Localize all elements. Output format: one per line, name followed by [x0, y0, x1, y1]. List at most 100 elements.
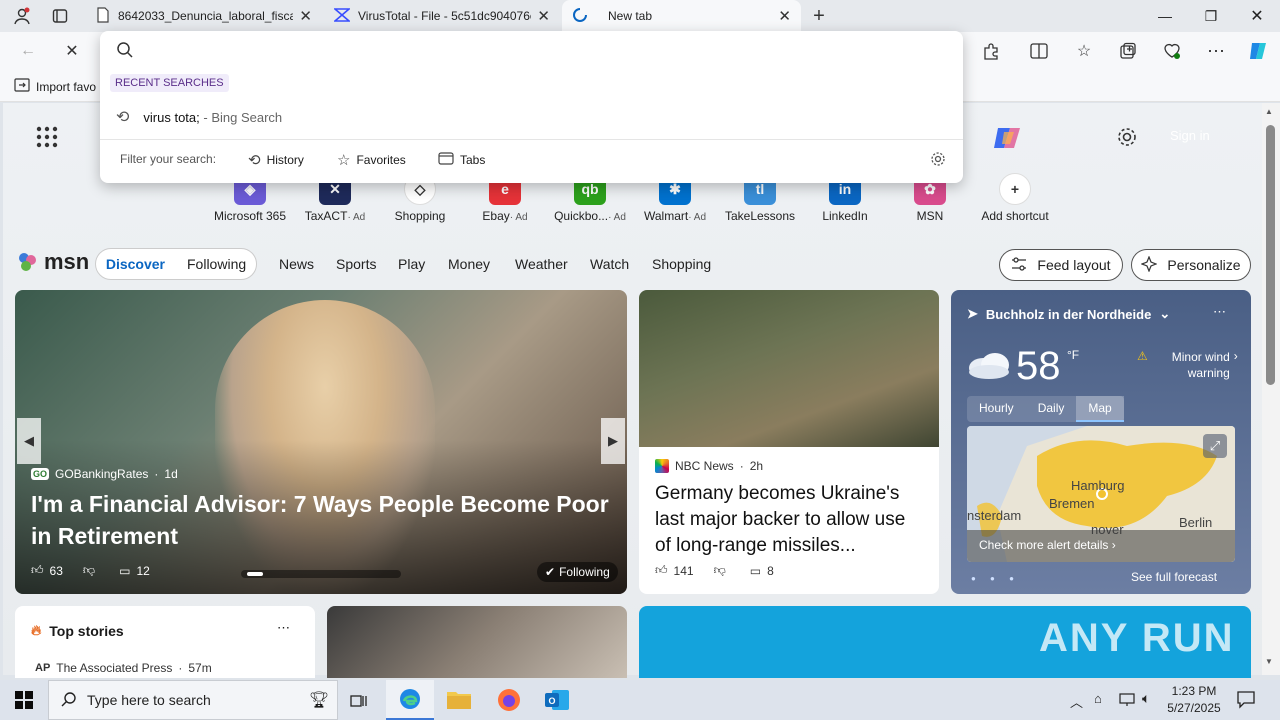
address-input[interactable]	[144, 37, 944, 65]
tab-document[interactable]: 8642033_Denuncia_laboral_fiscal... ✕	[86, 0, 322, 32]
nav-play[interactable]: Play	[398, 256, 425, 272]
apps-grid-icon[interactable]	[36, 126, 60, 150]
edge-taskbar-icon[interactable]	[386, 680, 434, 720]
copilot-page-icon[interactable]	[990, 120, 1026, 156]
feed-layout-button[interactable]: Feed layout	[999, 249, 1123, 281]
tab-discover[interactable]: Discover	[106, 256, 165, 272]
weather-tab-map[interactable]: Map	[1076, 396, 1124, 422]
thumbs-up-icon[interactable]: 👍︎	[31, 563, 44, 578]
weather-tab-daily[interactable]: Daily	[1026, 396, 1077, 422]
nav-watch[interactable]: Watch	[590, 256, 629, 272]
weather-pagination[interactable]: ● ● ●	[971, 574, 1020, 583]
filter-tabs-button[interactable]: Tabs	[432, 148, 491, 171]
copilot-icon[interactable]	[1242, 35, 1274, 67]
close-tab-icon[interactable]: ✕	[299, 7, 312, 25]
nav-money[interactable]: Money	[448, 256, 490, 272]
wind-alert[interactable]: ⚠ Minor wind warning ›	[1137, 349, 1238, 381]
more-options-icon[interactable]: ⋯	[277, 620, 290, 636]
notifications-icon[interactable]	[1236, 689, 1256, 712]
news-card[interactable]: NBC News · 2h Germany becomes Ukraine's l…	[639, 290, 939, 594]
scrollbar-thumb[interactable]	[1266, 125, 1275, 385]
sign-in-link[interactable]: Sign in	[1170, 128, 1210, 143]
volume-icon[interactable]: 🔈︎	[1142, 690, 1150, 707]
split-screen-icon[interactable]	[1023, 35, 1055, 67]
nav-sports[interactable]: Sports	[336, 256, 376, 272]
hero-actions: 👍︎ 63 👎︎ ▭ 12	[31, 563, 150, 578]
tab-new-tab[interactable]: New tab ✕	[562, 0, 801, 32]
import-favorites-link[interactable]: Import favo	[14, 78, 96, 95]
msn-logo[interactable]: msn	[16, 249, 89, 275]
weather-location-row[interactable]: ➤ Buchholz in der Nordheide ⌄	[967, 306, 1170, 322]
profile-icon[interactable]	[6, 0, 38, 32]
hero-card[interactable]: ◀ ▶ GO GOBankingRates · 1d I'm a Financia…	[15, 290, 627, 594]
task-view-icon[interactable]	[346, 688, 372, 714]
browser-essentials-icon[interactable]	[1156, 35, 1188, 67]
recent-search-item[interactable]: ⟲ virus tota; - Bing Search	[100, 103, 963, 131]
shortcut-label: MSN	[916, 209, 944, 223]
weather-map[interactable]: Hamburg Bremen Berlin nsterdam nover ⤢ C…	[967, 426, 1235, 562]
taskbar-search-box[interactable]: Type here to search 🏆︎	[48, 680, 338, 720]
nav-weather[interactable]: Weather	[515, 256, 568, 272]
more-menu-icon[interactable]: ⋯	[1200, 35, 1232, 67]
start-button[interactable]	[0, 680, 48, 720]
more-options-icon[interactable]: ⋯	[1213, 304, 1226, 320]
article-image-card[interactable]	[327, 606, 627, 678]
filter-favorites-button[interactable]: ☆ Favorites	[331, 148, 412, 172]
thumbs-down-icon[interactable]: 👎︎	[83, 563, 95, 578]
shortcut-label: TakeLessons	[724, 209, 796, 223]
comment-icon[interactable]: ▭	[119, 564, 130, 578]
close-window-button[interactable]: ✕	[1234, 0, 1280, 32]
carousel-prev-button[interactable]: ◀	[17, 418, 41, 464]
back-button[interactable]: ←	[12, 35, 44, 67]
thumbs-up-icon[interactable]: 👍︎	[655, 563, 668, 578]
hero-title[interactable]: I'm a Financial Advisor: 7 Ways People B…	[31, 488, 611, 552]
close-tab-icon[interactable]: ✕	[537, 7, 550, 25]
weather-tab-hourly[interactable]: Hourly	[967, 396, 1026, 422]
nav-shopping[interactable]: Shopping	[652, 256, 711, 272]
restore-button[interactable]: ❐	[1188, 0, 1234, 32]
weather-unit[interactable]: °F	[1067, 348, 1079, 362]
collections-icon[interactable]	[1112, 35, 1144, 67]
filter-history-button[interactable]: ⟲ History	[242, 148, 310, 172]
following-badge[interactable]: ✔ Following	[537, 562, 618, 582]
stop-button[interactable]: ✕	[56, 35, 88, 67]
star-icon: ☆	[337, 152, 351, 169]
news-title[interactable]: Germany becomes Ukraine's last major bac…	[655, 481, 925, 559]
firefox-icon[interactable]	[496, 687, 522, 713]
carousel-indicator[interactable]	[241, 570, 401, 578]
favorites-star-icon[interactable]: ☆	[1068, 35, 1100, 67]
device-icon[interactable]: ⌂	[1094, 691, 1102, 706]
close-tab-icon[interactable]: ✕	[778, 7, 791, 25]
tab-actions-icon[interactable]	[44, 0, 76, 32]
search-settings-gear-icon[interactable]	[930, 151, 948, 169]
network-icon[interactable]	[1118, 690, 1136, 711]
chevron-right-icon: ›	[1233, 349, 1238, 363]
page-scrollbar[interactable]: ▲ ▼	[1262, 103, 1280, 675]
promo-card[interactable]: ANY RUN	[639, 606, 1251, 678]
tab-following[interactable]: Following	[187, 256, 246, 272]
expand-icon[interactable]: ⤢	[1203, 434, 1227, 458]
extensions-icon[interactable]	[975, 35, 1007, 67]
alert-details-link[interactable]: Check more alert details ›	[967, 530, 1235, 562]
see-full-forecast-link[interactable]: See full forecast	[1131, 570, 1217, 584]
top-stories-card[interactable]: 🔥︎ Top stories ⋯ AP The Associated Press…	[15, 606, 315, 678]
weather-card[interactable]: ➤ Buchholz in der Nordheide ⌄ ⋯ 58 °F ⚠ …	[951, 290, 1251, 594]
thumbs-down-icon[interactable]: 👎︎	[714, 563, 726, 578]
nav-news[interactable]: News	[279, 256, 314, 272]
news-image	[639, 290, 939, 447]
sparkle-icon	[1140, 254, 1159, 275]
minimize-button[interactable]: —	[1142, 0, 1188, 32]
filter-history-label: History	[266, 153, 304, 167]
outlook-icon[interactable]: O	[544, 687, 570, 713]
comment-icon[interactable]: ▭	[750, 564, 761, 578]
show-hidden-icons[interactable]: ︿	[1070, 692, 1083, 711]
file-explorer-icon[interactable]	[446, 688, 472, 712]
following-label: Following	[559, 565, 610, 579]
taskbar-clock[interactable]: 1:23 PM 5/27/2025	[1163, 683, 1225, 717]
new-tab-button[interactable]: +	[803, 0, 835, 32]
personalize-button[interactable]: Personalize	[1131, 249, 1251, 281]
settings-gear-icon[interactable]	[1114, 124, 1140, 150]
tab-virustotal[interactable]: VirusTotal - File - 5c51dc904076c... ✕	[324, 0, 560, 32]
carousel-next-button[interactable]: ▶	[601, 418, 625, 464]
shortcut-9[interactable]: + Add shortcut	[975, 173, 1055, 223]
